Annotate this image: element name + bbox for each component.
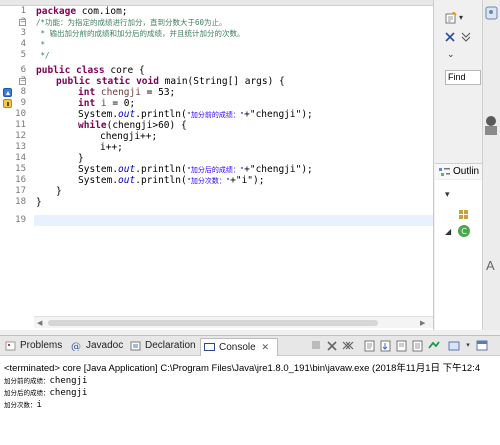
line-number: 15 — [15, 164, 26, 174]
code-line: public class core { — [36, 65, 145, 76]
code-line: while(chengji>60) { — [78, 120, 187, 131]
console-output-line: 加分后的成绩：chengji — [4, 388, 88, 398]
code-comment: * 输出加分前的成绩和加分后的成绩，并且统计加分的次数。 — [36, 29, 245, 38]
line-number: 4 — [20, 39, 26, 49]
view-tab-bar: Problems @ Javadoc Declaration Console ✕ — [0, 336, 500, 356]
clear-console-icon[interactable] — [364, 340, 376, 352]
class-icon[interactable]: C — [457, 224, 471, 242]
javadoc-icon: @ — [71, 342, 81, 351]
line-number: 17 — [15, 186, 26, 196]
chevron-down-icon[interactable]: ▾ — [462, 340, 474, 352]
show-errors-icon[interactable] — [428, 340, 440, 352]
find-input[interactable]: Find — [445, 70, 481, 85]
outline-title: Outlin — [453, 166, 480, 177]
override-marker-icon[interactable] — [3, 88, 12, 97]
line-number: 10 — [15, 109, 26, 119]
line-number: 9 — [20, 98, 26, 108]
line-number: 14 — [15, 153, 26, 163]
line-number: 11 — [15, 120, 26, 130]
package-icon[interactable] — [459, 210, 469, 224]
tab-problems[interactable]: Problems — [2, 338, 62, 356]
code-comment: */ — [36, 51, 50, 60]
right-side-panel: ▾ ⌄ Find Outlin ▾ ◢ C A — [435, 0, 500, 330]
line-number: 16 — [15, 175, 26, 185]
code-line: } — [36, 197, 42, 208]
side-letter: A — [486, 258, 495, 273]
code-line: System.out.println("加分后的成绩："+"chengji"); — [78, 164, 313, 175]
code-line: public static void main(String[] args) { — [56, 76, 285, 87]
line-number: 3 — [20, 28, 26, 38]
close-tab-icon[interactable]: ✕ — [261, 342, 269, 352]
scroll-right-icon[interactable]: ▶ — [420, 319, 425, 327]
editor-horizontal-scrollbar[interactable]: ◀ ▶ — [34, 316, 433, 328]
eclipse-window: 1 2 3 4 5 6 7 8 9 10 11 12 13 14 15 16 1… — [0, 0, 500, 445]
code-line: chengji++; — [100, 131, 158, 142]
code-line: System.out.println("加分前的成绩："+"chengji"); — [78, 109, 313, 120]
expand-arrow-icon[interactable]: ◢ — [445, 226, 451, 238]
problems-icon — [5, 341, 16, 351]
line-number: 13 — [15, 142, 26, 152]
close-x-icon[interactable] — [445, 32, 455, 46]
code-line: } — [78, 153, 84, 164]
line-number: 18 — [15, 197, 26, 207]
terminate-icon[interactable] — [310, 340, 322, 352]
line-number: 19 — [15, 215, 26, 225]
collapse-arrow-icon[interactable]: ▾ — [445, 188, 450, 200]
scroll-left-icon[interactable]: ◀ — [37, 319, 42, 327]
warning-marker-icon[interactable] — [3, 99, 12, 108]
line-number: 5 — [20, 50, 26, 60]
remove-all-icon[interactable] — [342, 340, 354, 352]
dropdown-arrow-icon[interactable]: ▾ — [459, 12, 463, 24]
line-number-gutter: 1 2 3 4 5 6 7 8 9 10 11 12 13 14 15 16 1… — [0, 6, 34, 316]
console-output-line: 加分次数：i — [4, 400, 42, 410]
outline-icon — [439, 168, 450, 176]
console-view: Problems @ Javadoc Declaration Console ✕ — [0, 335, 500, 445]
code-comment: /*功能：为指定的成绩进行加分，直到分数大于60为止。 — [36, 18, 227, 27]
line-number: 8 — [20, 87, 26, 97]
console-output-line: 加分前的成绩：chengji — [4, 376, 88, 386]
svg-text:C: C — [461, 227, 467, 236]
pin-console-icon[interactable] — [448, 340, 460, 352]
scrollbar-thumb[interactable] — [48, 320, 378, 326]
word-wrap-icon[interactable] — [396, 340, 408, 352]
line-number: 12 — [15, 131, 26, 141]
code-line: package com.iom; — [36, 6, 128, 17]
chevron-down-icon[interactable]: ⌄ — [447, 48, 455, 60]
remove-launch-icon[interactable] — [326, 340, 338, 352]
code-line: i++; — [100, 142, 123, 153]
code-line: System.out.println("加分次数："+"i"); — [78, 175, 265, 186]
line-number: 6 — [20, 65, 26, 75]
declaration-icon — [130, 341, 141, 351]
code-text[interactable]: package com.iom; /*功能：为指定的成绩进行加分，直到分数大于6… — [34, 6, 433, 316]
fold-toggle-icon[interactable]: − — [19, 78, 26, 85]
code-comment: * — [36, 40, 46, 49]
fold-toggle-icon[interactable]: − — [19, 19, 26, 26]
tab-label: Problems — [20, 340, 63, 351]
display-console-icon[interactable] — [476, 340, 488, 352]
tab-console[interactable]: Console ✕ — [200, 338, 278, 356]
scroll-lock-icon[interactable] — [380, 340, 392, 352]
tab-label: Console — [219, 342, 256, 353]
code-line: } — [56, 186, 62, 197]
show-on-output-icon[interactable] — [412, 340, 424, 352]
tab-label: Declaration — [145, 340, 196, 351]
avatar[interactable] — [483, 115, 499, 139]
console-status-text: <terminated> core [Java Application] C:\… — [4, 363, 481, 374]
tab-label: Javadoc — [86, 340, 124, 351]
right-toolbar-strip: A — [483, 0, 500, 330]
console-icon — [204, 343, 215, 351]
tab-declaration[interactable]: Declaration — [127, 338, 196, 356]
tab-javadoc[interactable]: @ Javadoc — [68, 338, 123, 356]
new-task-icon[interactable] — [445, 11, 457, 28]
perspective-icon[interactable] — [485, 6, 498, 24]
code-editor[interactable]: 1 2 3 4 5 6 7 8 9 10 11 12 13 14 15 16 1… — [0, 0, 434, 330]
code-line: int chengji = 53; — [78, 87, 176, 98]
filter-icon[interactable] — [461, 32, 471, 46]
line-number: 1 — [20, 6, 26, 16]
code-line: int i = 0; — [78, 98, 136, 109]
svg-text:@: @ — [71, 342, 81, 351]
